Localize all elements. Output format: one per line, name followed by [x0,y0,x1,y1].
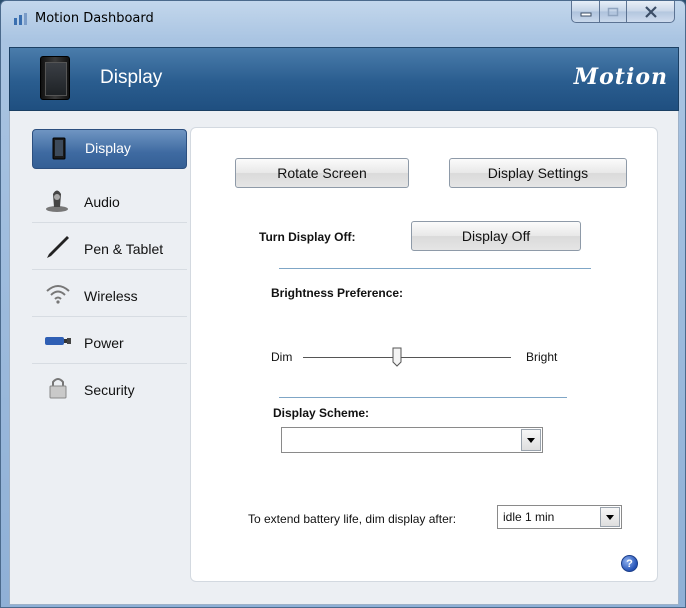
chevron-down-icon[interactable] [600,507,620,527]
display-off-button[interactable]: Display Off [411,221,581,251]
speaker-icon [46,190,68,212]
chevron-down-icon[interactable] [521,429,541,451]
maximize-icon [607,7,619,16]
window-title: Motion Dashboard [35,11,154,26]
display-scheme-select[interactable] [281,427,543,453]
close-button[interactable] [627,1,675,23]
battery-dim-label: To extend battery life, dim display afte… [248,512,457,526]
sidebar-item-power[interactable]: Power [32,317,187,364]
rotate-screen-button[interactable]: Rotate Screen [235,158,409,188]
minimize-button[interactable] [571,1,600,23]
sidebar: Display Audio Pen & Tablet Wireless Powe… [32,129,187,411]
help-icon[interactable]: ? [621,555,638,572]
tablet-icon [52,137,66,160]
minimize-icon [580,12,591,16]
turn-display-off-label: Turn Display Off: [259,230,356,244]
display-settings-panel: Rotate Screen Display Settings Turn Disp… [190,127,658,582]
caption-buttons [571,1,675,23]
sidebar-item-display[interactable]: Display [32,129,187,169]
sidebar-item-wireless[interactable]: Wireless [32,270,187,317]
sidebar-item-label: Wireless [84,288,138,304]
separator [279,397,567,398]
sidebar-item-label: Audio [84,194,120,210]
display-settings-button[interactable]: Display Settings [449,158,627,188]
main-body: Display Audio Pen & Tablet Wireless Powe… [9,111,679,605]
brightness-preference-label: Brightness Preference: [271,286,404,300]
pen-icon [47,236,69,258]
display-scheme-label: Display Scheme: [273,406,370,420]
close-icon [644,5,657,18]
brightness-dim-label: Dim [271,350,293,364]
sidebar-item-label: Security [84,382,135,398]
page-title: Display [100,67,163,88]
lock-icon [49,378,67,399]
sidebar-item-pen-tablet[interactable]: Pen & Tablet [32,223,187,270]
sidebar-item-audio[interactable]: Audio [32,176,187,223]
dim-after-select[interactable]: idle 1 min [497,505,622,529]
header-banner: Display Motion [9,47,679,111]
sidebar-item-label: Power [84,335,124,351]
brightness-slider-thumb[interactable] [392,347,402,367]
separator [279,268,591,269]
brightness-bright-label: Bright [526,350,558,364]
dim-after-value: idle 1 min [503,510,555,524]
motion-logo: Motion [573,64,668,90]
wireless-icon [46,285,70,304]
sidebar-item-label: Pen & Tablet [84,241,164,257]
tablet-device-icon [40,56,70,100]
brightness-slider-track[interactable] [303,357,511,358]
app-icon [14,13,27,25]
title-bar[interactable]: Motion Dashboard [1,1,685,37]
sidebar-item-label: Display [85,140,131,156]
sidebar-item-security[interactable]: Security [32,364,187,411]
app-window: Motion Dashboard Display Motion Display … [0,0,686,608]
battery-icon [45,337,71,345]
maximize-button[interactable] [600,1,627,23]
